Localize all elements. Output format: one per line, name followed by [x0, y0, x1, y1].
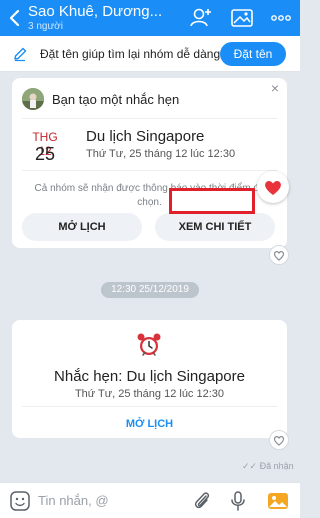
back-arrow-icon[interactable]	[6, 8, 24, 28]
event-time: Thứ Tư, 25 tháng 12 lúc 12:30	[86, 148, 236, 160]
divider	[22, 118, 277, 119]
card-heading: Bạn tạo một nhắc hẹn	[52, 92, 180, 107]
banner-text: Đặt tên giúp tìm lại nhóm dễ dàng	[40, 47, 221, 61]
open-calendar-link[interactable]: MỞ LỊCH	[12, 418, 287, 430]
image-picker-icon[interactable]	[266, 489, 290, 513]
heart-outline-icon	[273, 436, 285, 446]
message-input[interactable]: Tin nhắn, @	[38, 493, 109, 508]
open-calendar-button[interactable]: MỞ LỊCH	[22, 213, 142, 241]
chat-title[interactable]: Sao Khuê, Dương...	[28, 3, 178, 20]
chat-header: Sao Khuê, Dương... 3 người	[0, 0, 300, 36]
reminder-message-card: Nhắc hẹn: Du lịch Singapore Thứ Tư, 25 t…	[12, 320, 287, 438]
like-reaction-button[interactable]	[269, 245, 289, 265]
media-gallery-icon[interactable]	[229, 5, 255, 31]
event-title: Du lịch Singapore	[86, 128, 205, 145]
divider	[22, 406, 277, 407]
add-member-icon[interactable]	[188, 5, 214, 31]
heart-reaction-button[interactable]	[257, 171, 289, 203]
divider	[22, 170, 277, 171]
alarm-clock-icon	[137, 333, 161, 356]
close-card-button[interactable]: ×	[271, 80, 279, 96]
event-day: 25	[34, 144, 56, 164]
like-reaction-button[interactable]	[269, 430, 289, 450]
member-count: 3 người	[28, 21, 63, 32]
composer-bar: Tin nhắn, @	[0, 482, 300, 518]
attachment-icon[interactable]	[190, 489, 214, 513]
avatar	[22, 88, 44, 110]
view-detail-button[interactable]: XEM CHI TIẾT	[155, 213, 275, 241]
more-options-icon[interactable]	[268, 5, 294, 31]
reminder-title: Nhắc hẹn: Du lịch Singapore	[54, 368, 245, 385]
heart-outline-icon	[273, 251, 285, 261]
group-name-banner: Đặt tên giúp tìm lại nhóm dễ dàng Đặt tê…	[0, 36, 300, 72]
heart-icon	[265, 181, 281, 195]
microphone-icon[interactable]	[226, 489, 250, 513]
received-status: ✓✓ Đã nhận	[242, 461, 294, 471]
reminder-created-card: × Bạn tạo một nhắc hẹn THG 12 25 Du lịch…	[12, 78, 287, 248]
set-name-button[interactable]: Đặt tên	[220, 42, 286, 66]
reminder-time: Thứ Tư, 25 tháng 12 lúc 12:30	[74, 388, 225, 400]
timestamp-pill: 12:30 25/12/2019	[101, 282, 199, 298]
pencil-icon	[14, 47, 27, 62]
highlight-box	[169, 188, 255, 214]
emoji-icon[interactable]	[8, 489, 32, 513]
